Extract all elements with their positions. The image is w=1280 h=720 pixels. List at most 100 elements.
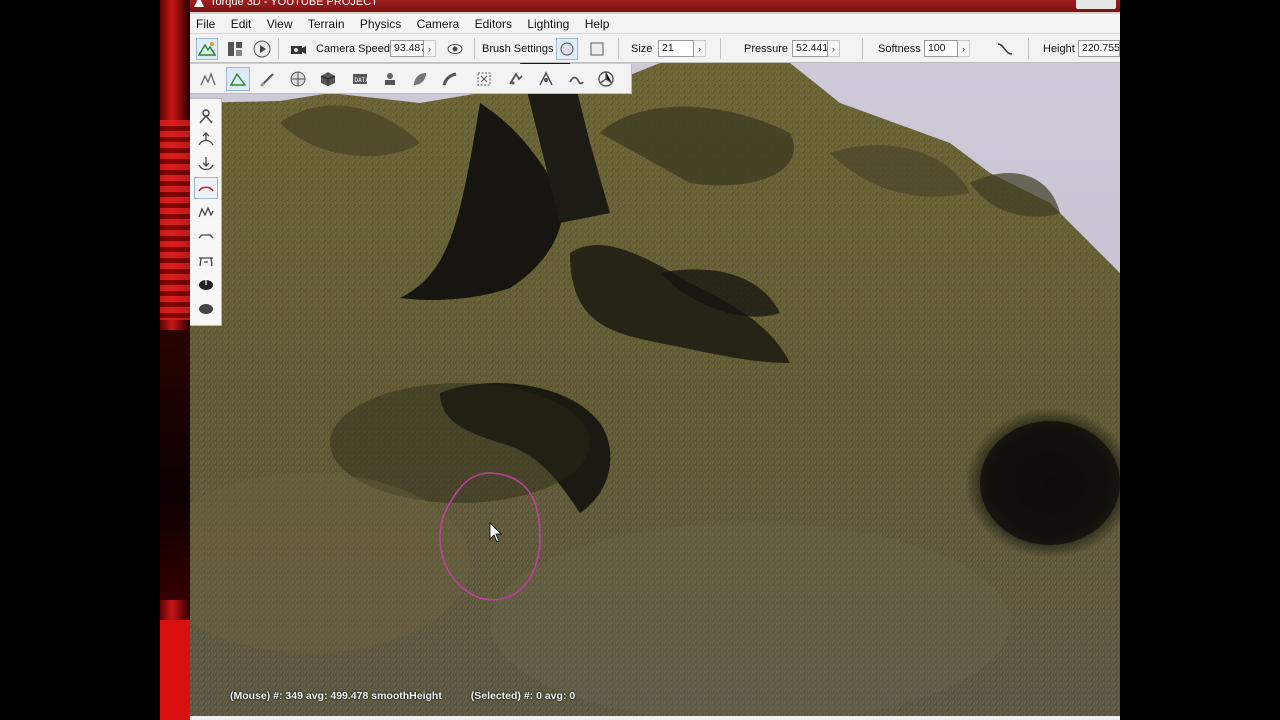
camera-speed-control: 93.487 ›: [390, 34, 436, 63]
menu-edit[interactable]: Edit: [225, 14, 258, 34]
smooth-icon: [198, 186, 214, 192]
play-icon[interactable]: [251, 38, 273, 60]
tool-road[interactable]: [438, 67, 462, 91]
menu-bar: File Edit View Terrain Physics Camera Ed…: [190, 14, 1120, 34]
main-toolbar: Camera Speed 93.487 › Brush Settings Siz…: [190, 34, 1120, 63]
toolbar-separator: [862, 38, 863, 59]
palette-toggle[interactable]: [224, 34, 246, 63]
raise-icon: [198, 132, 214, 146]
tool-flatten[interactable]: [194, 225, 218, 247]
brush-settings-label: Brush Settings: [482, 42, 554, 55]
tool-forest[interactable]: [408, 67, 432, 91]
selected-status: (Selected) #: 0 avg: 0: [470, 690, 576, 702]
terrain-sculpt-icon: [229, 72, 247, 86]
camera-speed-input[interactable]: 93.487: [390, 40, 424, 57]
set-height-icon: [199, 257, 213, 267]
tool-mesh-road[interactable]: [472, 67, 496, 91]
heightmap-icon: [200, 72, 216, 86]
menu-camera[interactable]: Camera: [411, 14, 466, 34]
terrain-mountain-icon[interactable]: [196, 37, 218, 60]
bottom-scrollbar[interactable]: [190, 716, 1120, 720]
tool-restore-terrain[interactable]: [194, 297, 218, 319]
window-controls[interactable]: [1076, 0, 1116, 9]
tool-set-height[interactable]: [194, 249, 218, 271]
datablock-icon: DATA: [353, 74, 370, 84]
svg-text:DATA: DATA: [355, 77, 370, 84]
status-line: (Mouse) #: 349 avg: 499.478 smoothHeight…: [230, 690, 601, 702]
terrain-scene[interactable]: [190, 63, 1120, 716]
pressure-label: Pressure: [744, 42, 789, 55]
tool-sound[interactable]: [564, 67, 588, 91]
pressure-control: 52.441 ›: [792, 34, 840, 63]
window-title: Torque 3D - YOUTUBE PROJECT: [210, 0, 378, 8]
softness-label: Softness: [878, 42, 921, 55]
globe-icon: [290, 71, 306, 87]
palette-icon[interactable]: [224, 38, 246, 60]
camera-icon[interactable]: [287, 38, 309, 60]
road-icon: [442, 72, 457, 86]
circle-brush-button[interactable]: [556, 34, 578, 63]
camera-button[interactable]: [287, 34, 309, 63]
tool-world[interactable]: [286, 67, 310, 91]
pressure-arrow[interactable]: ›: [828, 40, 840, 57]
softness-arrow[interactable]: ›: [958, 40, 970, 57]
height-control: 220.755: [1078, 34, 1120, 63]
menu-editors[interactable]: Editors: [469, 14, 518, 34]
tool-raise-height[interactable]: [194, 129, 218, 151]
softness-curve-button[interactable]: [994, 34, 1016, 63]
tool-object[interactable]: [316, 67, 340, 91]
size-arrow[interactable]: ›: [694, 40, 706, 57]
tool-clear-terrain[interactable]: [194, 273, 218, 295]
tool-smooth-height[interactable]: [194, 177, 218, 199]
desktop-wallpaper-red: [160, 620, 190, 720]
tool-particle[interactable]: [534, 67, 558, 91]
curve-icon[interactable]: [994, 38, 1016, 60]
desktop-wallpaper-dark: [160, 330, 190, 600]
pressure-input[interactable]: 52.441: [792, 40, 828, 57]
tool-terrain-sculpt[interactable]: [226, 67, 250, 91]
square-brush-icon[interactable]: [586, 38, 608, 60]
tool-datablock[interactable]: DATA: [348, 67, 372, 91]
visibility-button[interactable]: [444, 34, 466, 63]
menu-lighting[interactable]: Lighting: [521, 14, 575, 34]
tool-select-heightmap[interactable]: [196, 67, 220, 91]
tool-decal[interactable]: [378, 67, 402, 91]
tool-shape[interactable]: [594, 67, 618, 91]
restore-icon: [199, 304, 213, 314]
height-input[interactable]: 220.755: [1078, 40, 1120, 57]
menu-help[interactable]: Help: [579, 14, 616, 34]
noise-icon: [198, 206, 214, 218]
mouse-status: (Mouse) #: 349 avg: 499.478 smoothHeight: [230, 690, 442, 702]
shape-icon: [598, 71, 614, 87]
lower-icon: [198, 157, 214, 171]
tool-grab-terrain[interactable]: [194, 105, 218, 127]
tool-lower-height[interactable]: [194, 153, 218, 175]
circle-brush-icon[interactable]: [556, 37, 578, 60]
wave-icon: [569, 76, 584, 85]
camera-speed-label: Camera Speed: [316, 42, 390, 55]
menu-view[interactable]: View: [261, 14, 299, 34]
terrain-viewport[interactable]: (Mouse) #: 349 avg: 499.478 smoothHeight…: [190, 63, 1120, 716]
menu-terrain[interactable]: Terrain: [302, 14, 351, 34]
screen: Torque 3D - YOUTUBE PROJECT File Edit Vi…: [0, 0, 1280, 720]
particle-icon: [539, 71, 553, 86]
terrain-editor-toggle[interactable]: [196, 34, 218, 63]
menu-file[interactable]: File: [190, 14, 221, 34]
editor-window: Torque 3D - YOUTUBE PROJECT File Edit Vi…: [190, 0, 1120, 720]
title-bar[interactable]: Torque 3D - YOUTUBE PROJECT: [190, 0, 1120, 12]
tool-terrain-paint[interactable]: [256, 67, 280, 91]
toolbar-separator: [618, 38, 619, 59]
clear-icon: [199, 278, 213, 290]
sculpt-tools-palette: [190, 98, 222, 326]
square-brush-button[interactable]: [586, 34, 608, 63]
grab-icon: [199, 109, 213, 124]
menu-physics[interactable]: Physics: [354, 14, 407, 34]
eye-icon[interactable]: [444, 38, 466, 60]
softness-input[interactable]: 100: [924, 40, 958, 57]
camera-speed-arrow[interactable]: ›: [424, 40, 436, 57]
tool-river[interactable]: [504, 67, 528, 91]
app-icon: [194, 0, 204, 7]
tool-paint-noise[interactable]: [194, 201, 218, 223]
play-button[interactable]: [251, 34, 273, 63]
size-input[interactable]: 21: [658, 40, 694, 57]
